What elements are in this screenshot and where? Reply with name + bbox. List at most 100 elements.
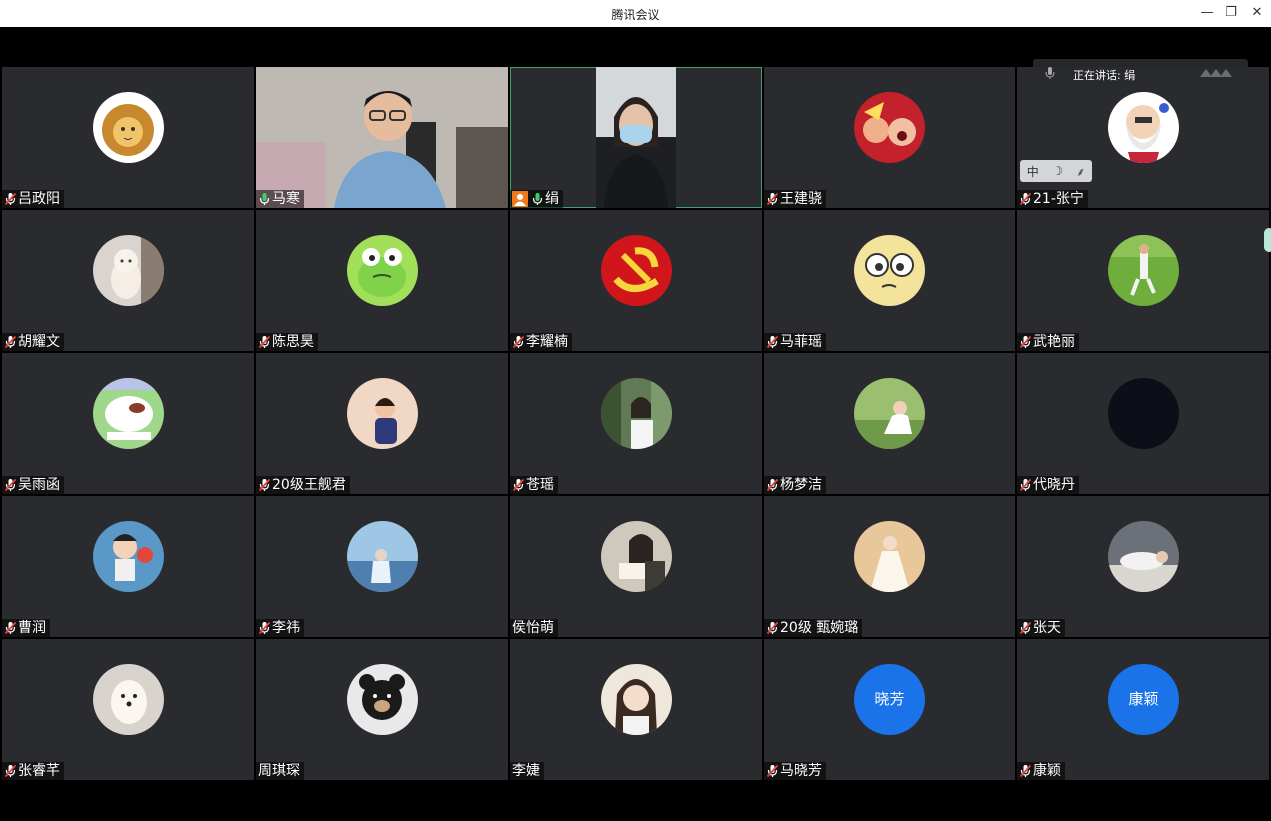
cartoon-face-icon: [854, 235, 925, 306]
participant-name: 20级 甄婉璐: [780, 620, 859, 636]
participant-name: 杨梦洁: [780, 477, 822, 493]
mic-muted-icon: [1019, 335, 1032, 349]
participant-tile[interactable]: 20级王舰君: [256, 353, 508, 494]
participant-nameplate: 武艳丽: [1017, 333, 1079, 351]
mic-muted-icon: [258, 621, 271, 635]
mic-muted-icon: [1019, 621, 1032, 635]
garden-girl-icon: [854, 378, 925, 449]
participant-tile[interactable]: 武艳丽: [1017, 210, 1269, 351]
bottom-black-band: [0, 781, 1271, 821]
participant-name: 李祎: [272, 620, 300, 636]
participant-nameplate: 20级王舰君: [256, 476, 350, 494]
participant-tile[interactable]: 张睿芊: [2, 639, 254, 780]
participant-tile[interactable]: 康颖 康颖: [1017, 639, 1269, 780]
participant-name: 张睿芊: [18, 763, 60, 779]
participant-tile[interactable]: 陈思昊: [256, 210, 508, 351]
participant-nameplate: 康颖: [1017, 762, 1065, 780]
child-photo-icon: [347, 378, 418, 449]
participant-name: 马菲瑶: [780, 334, 822, 350]
ime-punct-icon[interactable]: ⸙: [1076, 163, 1085, 180]
participant-tile[interactable]: 杨梦洁: [764, 353, 1015, 494]
ime-lang[interactable]: 中: [1027, 163, 1039, 180]
mic-muted-icon: [4, 335, 17, 349]
participant-name: 苍瑶: [526, 477, 554, 493]
mic-muted-icon: [766, 335, 779, 349]
mic-muted-icon: [258, 335, 271, 349]
kitten-icon: [93, 235, 164, 306]
participant-nameplate: 李祎: [256, 619, 304, 637]
mic-muted-icon: [4, 621, 17, 635]
ime-toolbar[interactable]: 中 ☽ ⸙: [1020, 160, 1092, 182]
speaking-indicator: 正在讲话: 绢: [1033, 59, 1248, 87]
participant-name: 武艳丽: [1033, 334, 1075, 350]
restore-button[interactable]: ❐: [1222, 4, 1240, 22]
participant-nameplate: 陈思昊: [256, 333, 318, 351]
participant-tile[interactable]: 侯怡萌: [510, 496, 762, 637]
close-button[interactable]: ✕: [1248, 4, 1266, 22]
participant-tile[interactable]: 曹润: [2, 496, 254, 637]
participant-name: 陈思昊: [272, 334, 314, 350]
participant-nameplate: 张天: [1017, 619, 1065, 637]
puppy-icon: [93, 664, 164, 735]
participant-nameplate: 马菲瑶: [764, 333, 826, 351]
participant-tile[interactable]: 马菲瑶: [764, 210, 1015, 351]
participant-tile[interactable]: 王建骁: [764, 67, 1015, 208]
participant-nameplate: 马寒: [256, 190, 304, 208]
participant-nameplate: 张睿芊: [2, 762, 64, 780]
participant-name: 21-张宁: [1033, 191, 1084, 207]
girl-trees-icon: [601, 378, 672, 449]
marx-cartoon-icon: [1108, 92, 1179, 163]
minimize-button[interactable]: —: [1198, 4, 1216, 22]
participant-name: 李耀楠: [526, 334, 568, 350]
white-cat-icon: [93, 378, 164, 449]
speaking-label: 正在讲话: 绢: [1073, 69, 1136, 82]
mic-muted-icon: [766, 478, 779, 492]
reading-girl-icon: [601, 521, 672, 592]
participant-name: 20级王舰君: [272, 477, 346, 493]
mic-muted-icon: [4, 478, 17, 492]
participant-tile[interactable]: 李婕: [510, 639, 762, 780]
participant-tile[interactable]: 张天: [1017, 496, 1269, 637]
participant-tile[interactable]: 代晓丹: [1017, 353, 1269, 494]
participant-name: 胡耀文: [18, 334, 60, 350]
letter-avatar: 晓芳: [854, 664, 925, 735]
letter-avatar: 康颖: [1108, 664, 1179, 735]
ime-moon-icon[interactable]: ☽: [1052, 164, 1063, 178]
participant-tile[interactable]: 李祎: [256, 496, 508, 637]
participant-name: 王建骁: [780, 191, 822, 207]
participant-tile[interactable]: 21-张宁: [1017, 67, 1269, 208]
participant-nameplate: 李婕: [510, 762, 544, 780]
participant-nameplate: 21-张宁: [1017, 190, 1088, 208]
video-feed: [256, 67, 508, 208]
side-handle[interactable]: [1264, 228, 1271, 252]
participant-name: 曹润: [18, 620, 46, 636]
mic-muted-icon: [512, 478, 525, 492]
participant-tile[interactable]: 吴雨函: [2, 353, 254, 494]
participant-tile[interactable]: 晓芳马晓芳: [764, 639, 1015, 780]
participant-nameplate: 周琪琛: [256, 762, 304, 780]
participant-nameplate: 苍瑶: [510, 476, 558, 494]
participant-name: 李婕: [512, 763, 540, 779]
participant-nameplate: 马晓芳: [764, 762, 826, 780]
participant-tile[interactable]: 吕政阳: [2, 67, 254, 208]
red-cartoon-icon: [854, 92, 925, 163]
participant-name: 马寒: [272, 191, 300, 207]
participant-tile[interactable]: 绢: [510, 67, 762, 208]
grass-field-icon: [1108, 235, 1179, 306]
participant-tile[interactable]: 胡耀文: [2, 210, 254, 351]
video-feed: [596, 67, 676, 208]
mic-muted-icon: [4, 764, 17, 778]
participant-name: 吕政阳: [18, 191, 60, 207]
participant-tile[interactable]: 李耀楠: [510, 210, 762, 351]
girl-portrait-icon: [601, 664, 672, 735]
participant-tile[interactable]: 苍瑶: [510, 353, 762, 494]
participant-tile[interactable]: 20级 甄婉璐: [764, 496, 1015, 637]
participant-tile[interactable]: 周琪琛: [256, 639, 508, 780]
participant-name: 周琪琛: [258, 763, 300, 779]
participant-name: 代晓丹: [1033, 477, 1075, 493]
participant-nameplate: 20级 甄婉璐: [764, 619, 863, 637]
mic-muted-icon: [1019, 192, 1032, 206]
bride-icon: [854, 521, 925, 592]
participant-tile[interactable]: 马寒: [256, 67, 508, 208]
participant-name: 吴雨函: [18, 477, 60, 493]
